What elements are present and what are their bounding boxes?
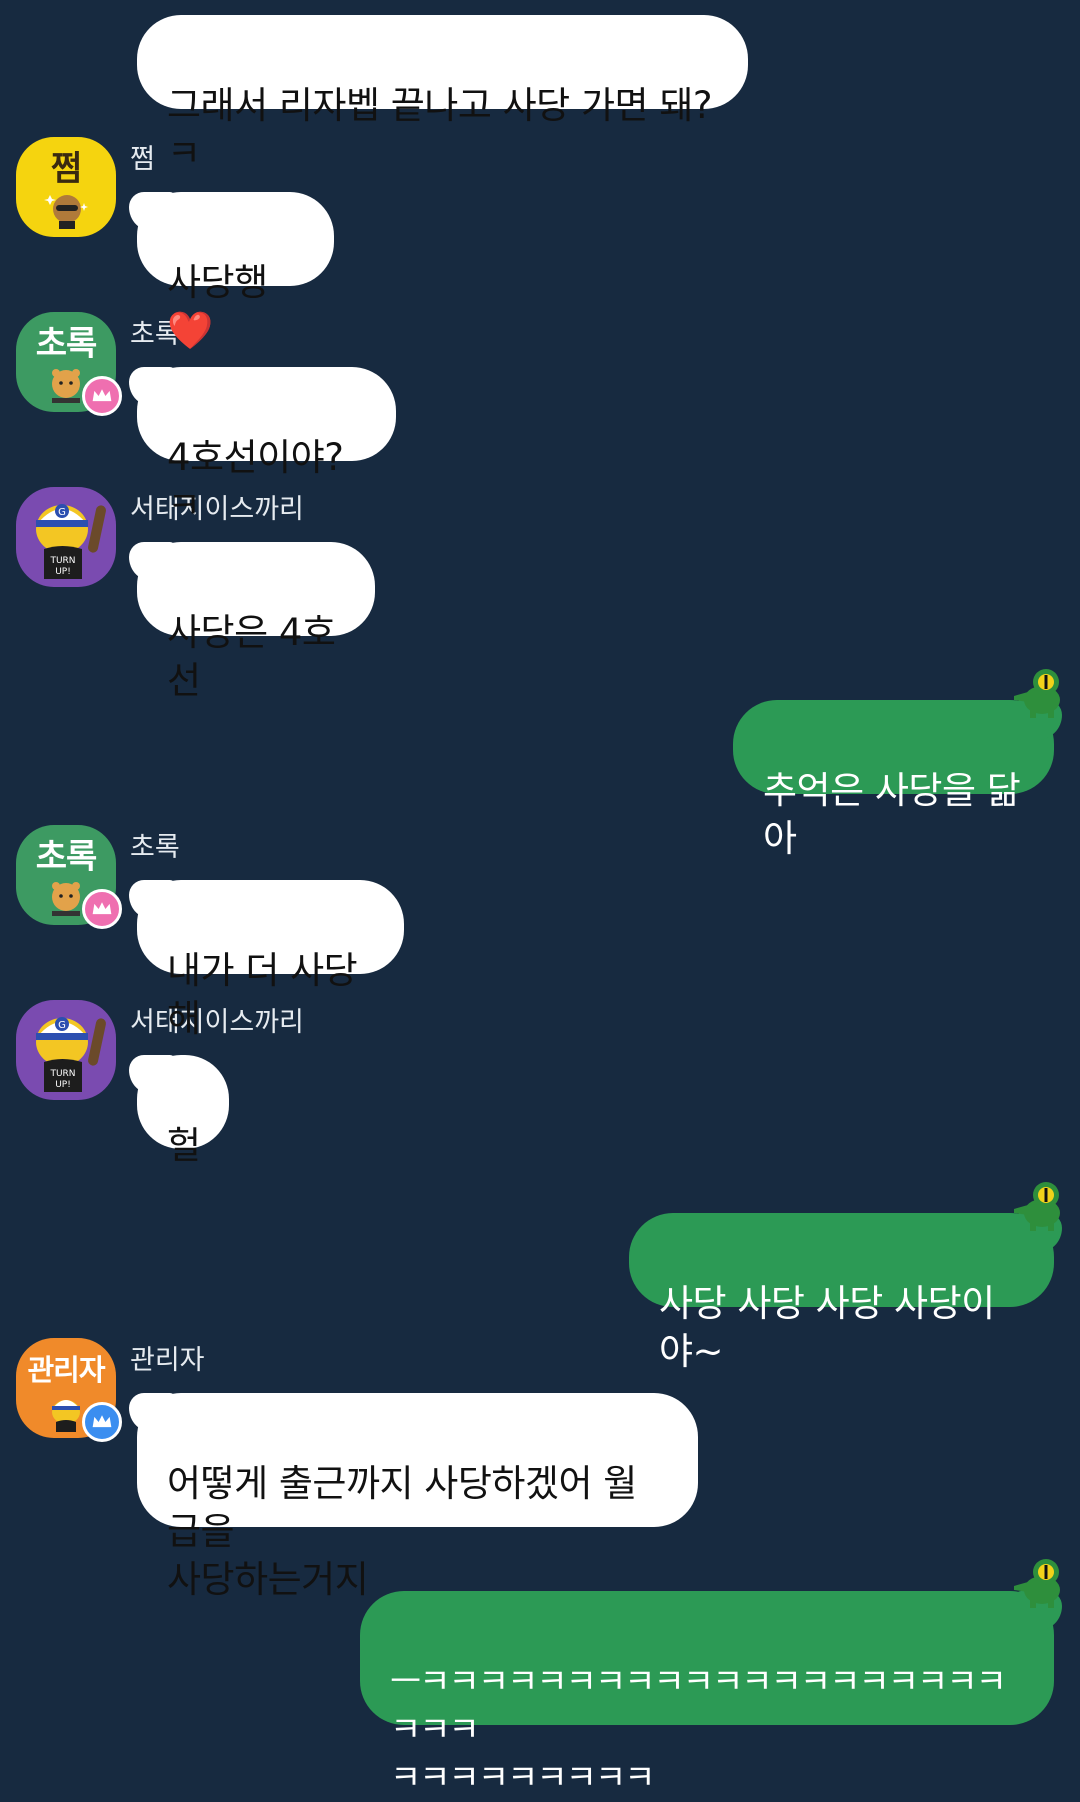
avatar-label: 초록: [35, 324, 98, 364]
crown-badge-icon: [82, 1402, 122, 1442]
message-bubble[interactable]: 사당 사당 사당 사당이야~: [629, 1213, 1062, 1373]
svg-text:G: G: [58, 1020, 66, 1031]
avatar-label: 관리자: [27, 1353, 105, 1387]
cap-character-purple-icon: G TURN UP!: [36, 504, 106, 579]
message-bubble[interactable]: ㅡㅋㅋㅋㅋㅋㅋㅋㅋㅋㅋㅋㅋㅋㅋㅋㅋㅋㅋㅋㅋㅋㅋㅋ ㅋㅋㅋㅋㅋㅋㅋㅋㅋ: [360, 1591, 1062, 1798]
message-bubble[interactable]: 내가 더 사당해: [129, 880, 404, 1040]
sender-name: 초록: [130, 832, 180, 863]
sender-name: 관리자: [130, 1345, 205, 1376]
crown-badge-icon: [82, 376, 122, 416]
message-text: 사당 사당 사당 사당이야~: [659, 1282, 995, 1373]
green-crocodile-icon: [1014, 1559, 1060, 1608]
message-bubble[interactable]: 어떻게 출근까지 사당하겠어 월급을 사당하는거지: [129, 1393, 698, 1601]
message-text: 사당행❤️: [167, 261, 268, 352]
sender-name: 서태지이스까리: [130, 1007, 304, 1038]
message-bubble[interactable]: 그래서 리자벱 끝나고 사당 가면 돼? ㅋ: [137, 15, 748, 175]
message-text: 어떻게 출근까지 사당하겠어 월급을 사당하는거지: [167, 1462, 637, 1601]
message-text: 사당은 4호선: [167, 611, 336, 702]
message-text: 그래서 리자벱 끝나고 사당 가면 돼? ㅋ: [167, 84, 713, 175]
message-bubble[interactable]: 헐: [129, 1055, 229, 1167]
avatar-admin[interactable]: 관리자: [16, 1338, 122, 1442]
message-bubble[interactable]: 4호선이야? ㅋ: [129, 367, 396, 527]
avatar-label: 쩜: [50, 149, 82, 189]
avatar-chorok[interactable]: 초록: [16, 312, 122, 416]
avatar-jjeom[interactable]: 쩜: [16, 137, 116, 237]
crown-badge-icon: [82, 889, 122, 929]
svg-text:TURN: TURN: [49, 1069, 75, 1079]
avatar-label: 초록: [35, 837, 98, 877]
cap-character-purple-icon: G TURN UP!: [36, 1017, 106, 1092]
message-text: 헐: [167, 1124, 201, 1167]
sender-name: 서태지이스까리: [130, 494, 304, 525]
svg-text:G: G: [58, 507, 66, 518]
message-text: ㅡㅋㅋㅋㅋㅋㅋㅋㅋㅋㅋㅋㅋㅋㅋㅋㅋㅋㅋㅋㅋㅋㅋㅋ ㅋㅋㅋㅋㅋㅋㅋㅋㅋ: [390, 1662, 1007, 1798]
svg-text:UP!: UP!: [55, 1080, 71, 1090]
svg-text:TURN: TURN: [49, 556, 75, 566]
message-text: 추억은 사당을 닮아: [763, 769, 1021, 860]
muzi-tube-yellow-icon: [44, 195, 88, 229]
svg-text:UP!: UP!: [55, 567, 71, 577]
green-crocodile-icon: [1014, 669, 1060, 718]
avatar-seotaeji[interactable]: G TURN UP!: [16, 487, 116, 587]
green-crocodile-icon: [1014, 1182, 1060, 1231]
message-bubble[interactable]: 추억은 사당을 닮아: [733, 700, 1062, 860]
message-bubble[interactable]: 사당행❤️: [129, 192, 334, 352]
message-bubble[interactable]: 사당은 4호선: [129, 542, 375, 702]
sender-name: 쩜: [130, 144, 155, 175]
avatar-seotaeji[interactable]: G TURN UP!: [16, 1000, 116, 1100]
avatar-chorok[interactable]: 초록: [16, 825, 122, 929]
